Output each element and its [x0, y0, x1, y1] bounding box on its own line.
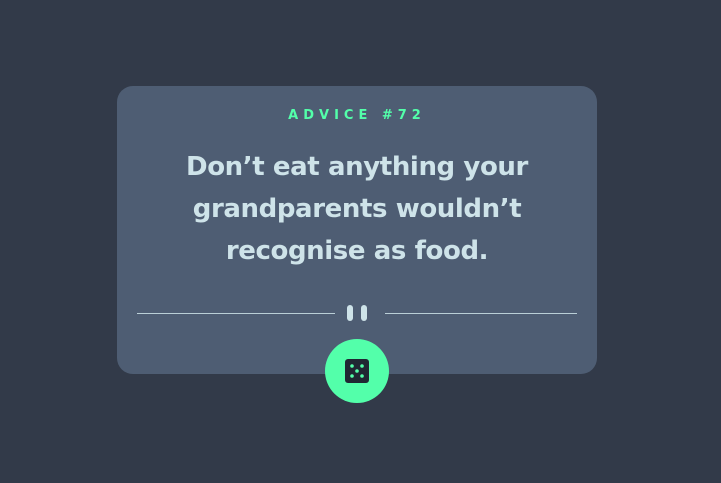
advice-quote: Don’t eat anything your grandparents wou… [186, 152, 528, 266]
advice-card: ADVICE #72 Don’t eat anything your grand… [117, 86, 597, 374]
divider-line-left [137, 313, 335, 314]
generate-advice-button[interactable] [325, 339, 389, 403]
divider [137, 303, 577, 323]
advice-id-label: ADVICE #72 [288, 108, 426, 123]
dice-icon [345, 359, 369, 383]
pause-icon [347, 305, 367, 321]
divider-line-right [385, 313, 577, 314]
